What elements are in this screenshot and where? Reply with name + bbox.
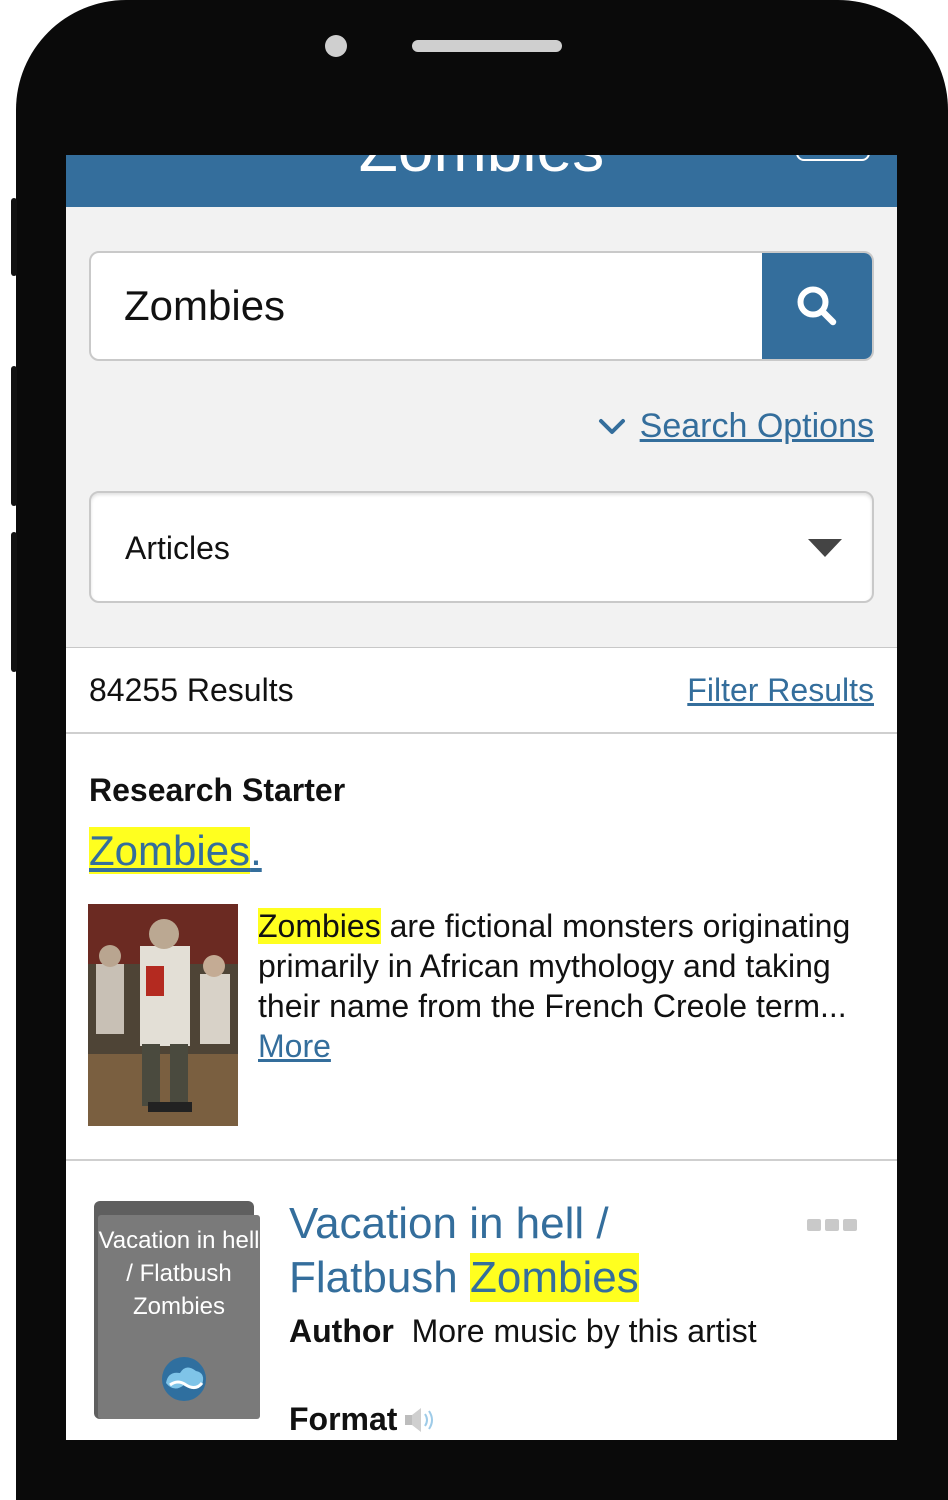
research-starter: Research Starter Zombies. Zombies are fi… [66,734,897,1161]
dropdown-arrow-icon [808,539,842,557]
app-header: Zombies [66,155,897,207]
screen: Zombies Search Options Articles 84255 Re… [66,155,897,1440]
snippet-highlight: Zombies [258,908,381,944]
cover-title: Vacation in hell / Flatbush Zombies [98,1227,260,1320]
research-starter-thumbnail[interactable] [88,904,238,1126]
author-label: Author [289,1313,394,1349]
format-label: Format [289,1401,398,1437]
chevron-down-icon [598,418,625,434]
cloud-library-icon [162,1357,206,1401]
book-cover[interactable]: Vacation in hell / Flatbush Zombies [94,1197,262,1421]
results-bar: 84255 Results Filter Results [66,648,897,734]
author-value: More music by this artist [411,1313,757,1349]
format-line: Format [289,1401,437,1438]
search-button[interactable] [762,253,872,359]
speaker-icon [405,1407,434,1432]
header-title: Zombies [66,155,897,189]
research-starter-label: Research Starter [89,772,346,808]
front-camera [325,35,347,57]
more-link[interactable]: More [258,1028,331,1064]
source-type-value: Articles [125,530,230,566]
search-panel: Search Options Articles [66,207,897,648]
more-options-icon[interactable] [807,1219,857,1231]
earpiece-speaker [412,40,562,52]
results-count: 84255 Results [89,672,294,708]
side-button-mute [11,198,17,276]
search-icon [797,286,837,326]
result-item: Vacation in hell / Flatbush Zombies Vaca… [66,1161,897,1440]
side-button-volume-up [11,366,17,506]
research-starter-title-link[interactable]: Zombies. [89,827,262,875]
title-highlight: Zombies [89,827,251,874]
author-line: Author More music by this artist [289,1311,849,1351]
result-title-link[interactable]: Vacation in hell / Flatbush Zombies [289,1197,789,1305]
search-options-link[interactable]: Search Options [640,407,874,446]
book-cover-face: Vacation in hell / Flatbush Zombies [98,1215,260,1419]
zombie-walk-photo [88,904,238,1126]
title-suffix: . [250,827,262,874]
result-title-highlight: Zombies [469,1253,639,1302]
header-menu-button[interactable] [796,155,870,161]
search-input[interactable] [91,253,766,359]
research-starter-snippet: Zombies are fictional monsters originati… [258,906,868,1066]
source-type-select[interactable]: Articles [89,491,874,603]
search-box [89,251,874,361]
search-options-toggle[interactable]: Search Options [598,407,874,446]
side-button-volume-down [11,532,17,672]
filter-results-link[interactable]: Filter Results [687,672,874,709]
